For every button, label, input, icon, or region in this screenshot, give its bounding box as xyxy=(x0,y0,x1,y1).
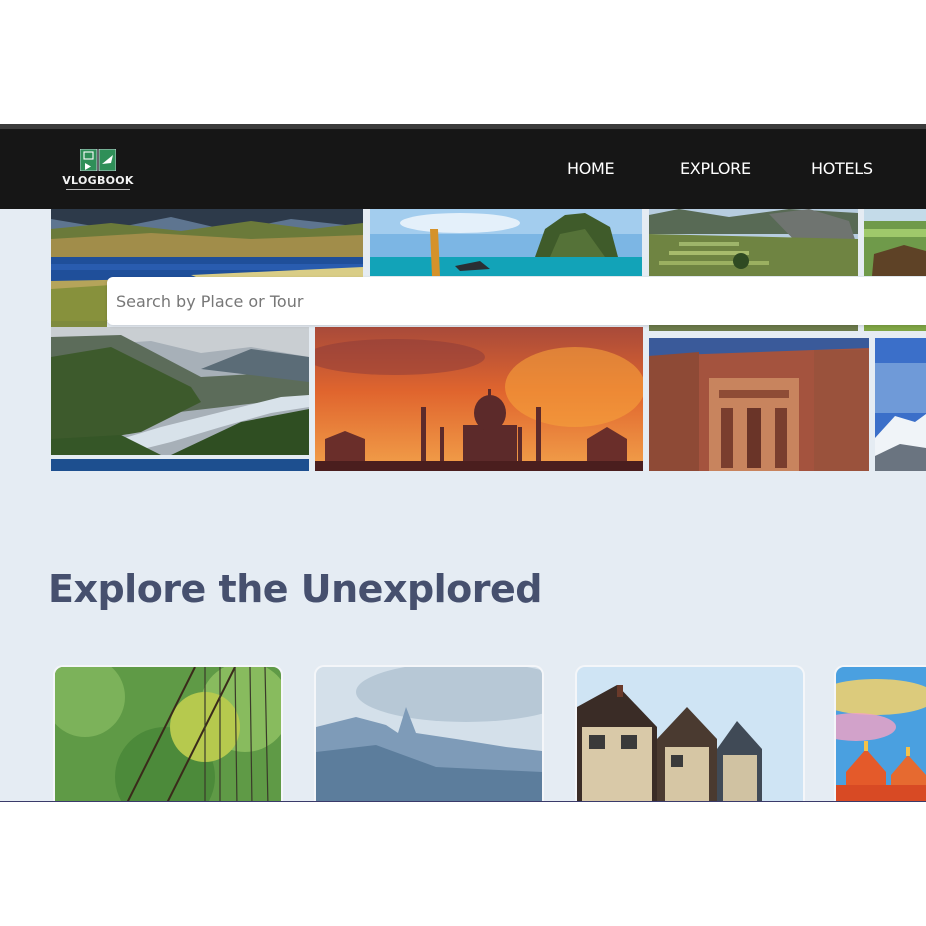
card-image xyxy=(316,667,542,801)
gallery-strip xyxy=(51,459,309,471)
nav-home-link[interactable]: HOME xyxy=(567,159,615,178)
destination-card-misty-mountains[interactable] xyxy=(316,667,542,801)
gallery-strip xyxy=(649,325,858,331)
section-title: Explore the Unexplored xyxy=(48,567,543,611)
brand-underline xyxy=(66,189,130,190)
navbar: VLOGBOOK HOME EXPLORE HOTELS xyxy=(0,129,926,209)
browser-viewport: VLOGBOOK HOME EXPLORE HOTELS Explore the… xyxy=(0,124,926,802)
brand-name: VLOGBOOK xyxy=(62,174,134,187)
gallery-tile-taj-mahal-sunset xyxy=(315,327,643,471)
nav-hotels-link[interactable]: HOTELS xyxy=(811,159,873,178)
card-image xyxy=(577,667,803,801)
card-image xyxy=(55,667,281,801)
destination-card-tudor-houses[interactable] xyxy=(577,667,803,801)
nav-explore-link[interactable]: EXPLORE xyxy=(680,159,751,178)
search-bar xyxy=(107,277,926,325)
destination-card-rope-bridge[interactable] xyxy=(55,667,281,801)
brand-logo[interactable]: VLOGBOOK xyxy=(62,149,134,193)
gallery-tile-green-valley xyxy=(864,209,926,276)
search-input[interactable] xyxy=(107,277,816,325)
gallery-tile-tropical-island xyxy=(370,209,642,276)
gallery-tile-terraced-ruins xyxy=(649,209,858,276)
window-top-border xyxy=(0,124,926,129)
gallery-tile-river-valley xyxy=(51,327,309,455)
vlogbook-logo-icon xyxy=(80,149,116,171)
gallery-strip xyxy=(864,325,926,331)
card-image xyxy=(836,667,926,801)
destination-card-palace-domes[interactable] xyxy=(836,667,926,801)
gallery-tile-rock-temple xyxy=(649,338,869,471)
gallery-tile-snowy-peaks xyxy=(875,338,926,471)
